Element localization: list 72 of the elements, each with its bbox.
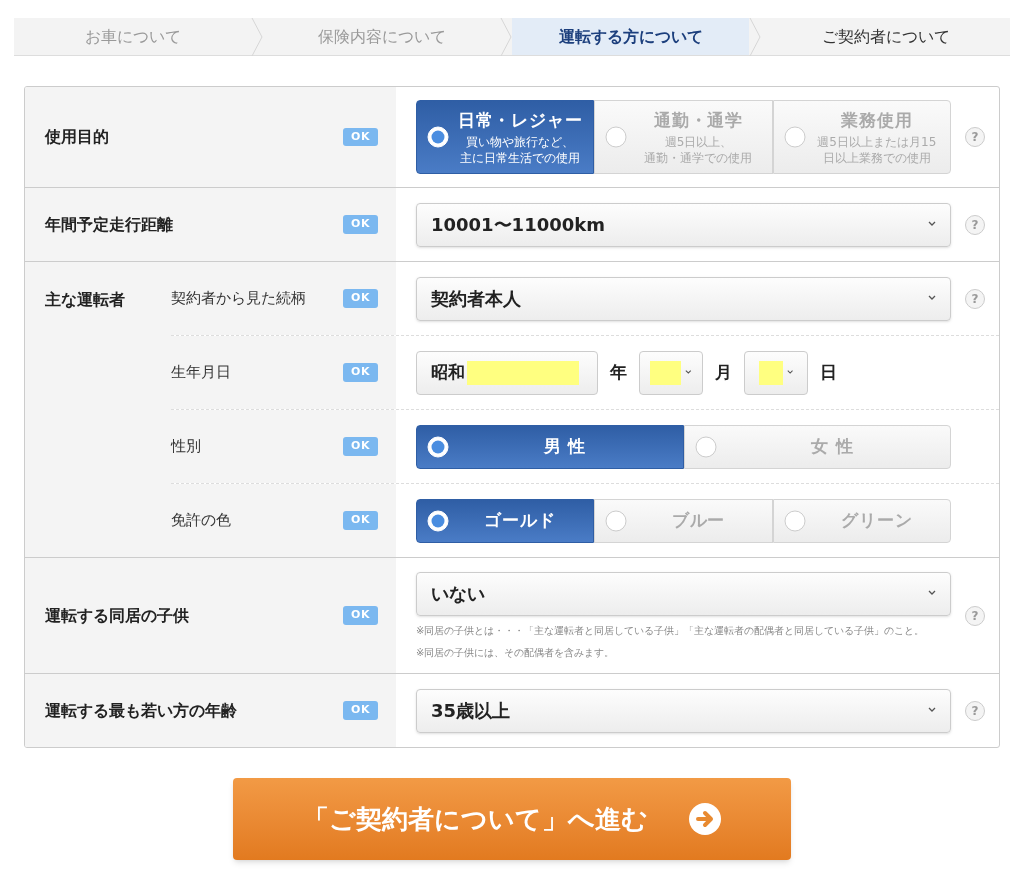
- option-title: 男 性: [543, 434, 586, 458]
- radio-option[interactable]: 女 性: [683, 424, 951, 469]
- option-title: グリーン: [841, 508, 913, 532]
- sub-label: 生年月日: [171, 362, 231, 384]
- radio-option[interactable]: 男 性: [416, 424, 684, 469]
- ok-badge: OK: [343, 289, 378, 308]
- option-note: 通勤・通学での使用: [644, 149, 753, 166]
- row-label: 主な運転者: [45, 290, 125, 309]
- ok-badge: OK: [343, 511, 378, 530]
- unit-label: 年: [610, 360, 627, 384]
- option-title: 女 性: [811, 434, 854, 458]
- radio-icon: [427, 509, 449, 532]
- option-title: ブルー: [671, 508, 726, 532]
- option-note: 買い物や旅行など、: [466, 133, 575, 150]
- redaction-mark: [650, 360, 682, 385]
- option-title: 日常・レジャー: [457, 109, 583, 133]
- help-icon[interactable]: ?: [965, 605, 985, 626]
- note-text: ※同居の子供とは・・・「主な運転者と同居している子供」「主な運転者の配偶者と同居している子供」のこと。: [416, 623, 926, 638]
- era-value: 昭和: [431, 360, 465, 384]
- ok-badge: OK: [343, 437, 378, 456]
- radio-option[interactable]: グリーン: [772, 498, 951, 543]
- radio-icon: [427, 126, 449, 148]
- note-text: ※同居の子供には、その配偶者を含みます。: [416, 645, 616, 660]
- ok-badge: OK: [343, 701, 378, 720]
- help-icon[interactable]: ?: [965, 127, 985, 147]
- option-title: 業務使用: [841, 109, 913, 133]
- ok-badge: OK: [343, 127, 378, 147]
- sub-label: 性別: [171, 436, 201, 458]
- radio-icon: [783, 126, 806, 148]
- ok-badge: OK: [343, 606, 378, 625]
- option-title: ゴールド: [484, 508, 556, 532]
- radio-icon: [605, 509, 628, 532]
- ok-badge: OK: [343, 215, 378, 234]
- era-field[interactable]: 昭和: [416, 350, 598, 395]
- select-value: いない: [431, 582, 485, 606]
- next-button[interactable]: 「ご契約者について」へ進む: [233, 778, 791, 860]
- radio-option[interactable]: ゴールド: [416, 498, 595, 543]
- select-value: 契約者本人: [431, 287, 521, 311]
- sub-label: 免許の色: [171, 510, 231, 532]
- radio-option[interactable]: ブルー: [594, 498, 773, 543]
- help-icon[interactable]: ?: [965, 214, 985, 235]
- step-label: ご契約者について: [820, 25, 951, 48]
- help-icon[interactable]: ?: [965, 700, 985, 721]
- select-field[interactable]: 35歳以上: [416, 688, 951, 733]
- step-label: お車について: [83, 25, 182, 48]
- select-value: 10001〜11000km: [431, 213, 605, 237]
- day-select[interactable]: [744, 350, 808, 395]
- row-label: 運転する最も若い方の年齢: [45, 699, 237, 722]
- unit-label: 月: [715, 360, 732, 384]
- help-icon[interactable]: ?: [965, 288, 985, 309]
- select-field[interactable]: 10001〜11000km: [416, 202, 951, 247]
- month-select[interactable]: [639, 350, 703, 395]
- radio-icon: [427, 435, 449, 458]
- select-value: 35歳以上: [431, 699, 511, 723]
- step-label: 運転する方について: [512, 18, 749, 55]
- radio-icon: [783, 509, 806, 532]
- ok-badge: OK: [343, 363, 378, 382]
- radio-icon: [694, 435, 717, 458]
- row-label: 使用目的: [45, 126, 109, 148]
- select-field[interactable]: 契約者本人: [416, 276, 951, 321]
- select-field[interactable]: いない: [416, 571, 951, 616]
- row-label: 年間予定走行距離: [45, 213, 173, 236]
- step-label: 保険内容について: [316, 25, 447, 48]
- option-note: 主に日常生活での使用: [460, 149, 581, 166]
- arrow-right-icon: [687, 802, 722, 836]
- redaction-mark: [759, 360, 783, 385]
- radio-option[interactable]: 日常・レジャー 買い物や旅行など、 主に日常生活での使用: [416, 100, 595, 174]
- unit-label: 日: [820, 360, 837, 384]
- radio-icon: [605, 126, 628, 148]
- option-title: 通勤・通学: [653, 109, 744, 133]
- sub-label: 契約者から見た続柄: [171, 288, 306, 310]
- row-label: 運転する同居の子供: [45, 604, 189, 627]
